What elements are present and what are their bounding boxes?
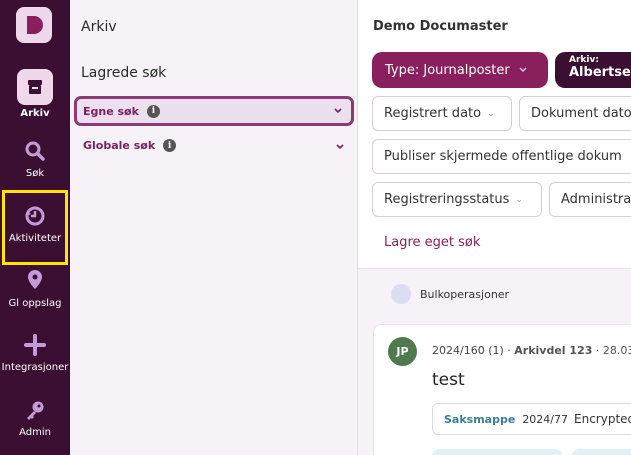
globale-sok-label: Globale søk bbox=[83, 139, 156, 152]
saksmappe-number: 2024/77 bbox=[522, 412, 569, 426]
chevron-down-icon bbox=[519, 67, 527, 72]
arkiv-filter-value: Albertsen bbox=[569, 65, 631, 80]
documaster-logo-icon bbox=[27, 16, 43, 34]
egne-sok-label: Egne søk bbox=[83, 104, 139, 118]
filter-label: Administra bbox=[561, 192, 631, 207]
chevron-down-icon bbox=[334, 108, 342, 114]
bulk-select-checkbox[interactable] bbox=[391, 284, 411, 304]
filter-label: Registrert dato bbox=[384, 106, 482, 121]
separator: · bbox=[507, 344, 511, 357]
nav-label: Integrasjoner bbox=[1, 362, 69, 373]
type-filter-button[interactable]: Type: Journalposter bbox=[372, 52, 548, 88]
chevron-down-icon[interactable] bbox=[335, 142, 345, 152]
info-icon[interactable]: i bbox=[163, 139, 177, 152]
arkivdel-label: Arkivdel 123 bbox=[514, 344, 593, 357]
nav-label: Gl oppslag bbox=[8, 298, 62, 309]
nav-item-integrasjoner[interactable]: Integrasjoner bbox=[0, 334, 70, 373]
registrert-dato-filter[interactable]: Registrert dato ⌄ bbox=[372, 96, 512, 131]
saksmappe-label: Saksmappe bbox=[444, 412, 516, 426]
filter-label: Publiser skjermede offentlige dokum bbox=[384, 149, 622, 164]
dokument-dato-filter[interactable]: Dokument dato bbox=[519, 96, 631, 131]
type-filter-label: Type: Journalposter bbox=[385, 62, 510, 78]
panel-title: Arkiv bbox=[81, 19, 117, 35]
separator: · bbox=[595, 344, 600, 357]
arkiv-filter-button[interactable]: Arkiv: Albertsen bbox=[555, 52, 631, 88]
highlight-box bbox=[2, 190, 68, 265]
nav-item-arkiv[interactable]: Arkiv bbox=[0, 69, 70, 119]
saved-searches-heading: Lagrede søk bbox=[81, 65, 167, 81]
page-title: Demo Documaster bbox=[373, 19, 508, 34]
arkiv-filter-key: Arkiv: bbox=[569, 55, 599, 65]
card-meta: 2024/160 (1) · Arkivdel 123 · 28.03 bbox=[432, 344, 631, 357]
app-logo[interactable] bbox=[16, 7, 52, 43]
chevron-down-icon: ⌄ bbox=[487, 108, 495, 119]
nav-label: Arkiv bbox=[20, 108, 50, 119]
key-icon bbox=[27, 401, 44, 420]
nav-label: Admin bbox=[19, 427, 51, 438]
filter-label: Registreringsstatus bbox=[384, 192, 510, 207]
registreringsstatus-filter[interactable]: Registreringsstatus ⌄ bbox=[372, 182, 542, 217]
record-date: 28.03 bbox=[602, 344, 631, 357]
chevron-down-icon: ⌄ bbox=[515, 194, 523, 205]
filter-label: Dokument dato bbox=[531, 106, 631, 121]
main-panel: Demo Documaster Type: Journalposter Arki… bbox=[358, 0, 631, 455]
nav-item-sok[interactable]: Søk bbox=[0, 140, 70, 179]
nav-label: Søk bbox=[25, 168, 45, 179]
archive-box-icon bbox=[17, 69, 53, 105]
tag-chip bbox=[572, 449, 631, 455]
saksmappe-title: Encrypted bbox=[574, 412, 631, 426]
results-area: Bulkoperasjoner JP 2024/160 (1) · Arkivd… bbox=[358, 268, 631, 455]
record-number: 2024/160 (1) bbox=[432, 344, 504, 357]
search-icon bbox=[25, 141, 45, 161]
result-card[interactable]: JP 2024/160 (1) · Arkivdel 123 · 28.03 t… bbox=[373, 324, 631, 455]
record-title[interactable]: test bbox=[432, 370, 465, 390]
bulk-operations-label[interactable]: Bulkoperasjoner bbox=[420, 288, 509, 301]
nav-item-gl-oppslag[interactable]: Gl oppslag bbox=[0, 268, 70, 309]
avatar: JP bbox=[388, 337, 417, 366]
location-pin-icon bbox=[28, 270, 42, 289]
info-icon[interactable]: i bbox=[146, 104, 160, 118]
tag-chip bbox=[432, 449, 562, 455]
plus-icon bbox=[24, 334, 46, 356]
archive-panel: Arkiv Lagrede søk Egne søk i Globale søk… bbox=[70, 0, 358, 455]
save-search-link[interactable]: Lagre eget søk bbox=[384, 235, 480, 250]
globale-sok-toggle[interactable]: Globale søk i bbox=[83, 139, 177, 152]
publiser-filter[interactable]: Publiser skjermede offentlige dokum bbox=[372, 139, 631, 174]
nav-item-admin[interactable]: Admin bbox=[0, 399, 70, 438]
saksmappe-chip[interactable]: Saksmappe 2024/77 Encrypted bbox=[432, 403, 631, 435]
administrativ-filter[interactable]: Administra bbox=[549, 182, 631, 217]
egne-sok-toggle[interactable]: Egne søk i bbox=[74, 96, 354, 126]
